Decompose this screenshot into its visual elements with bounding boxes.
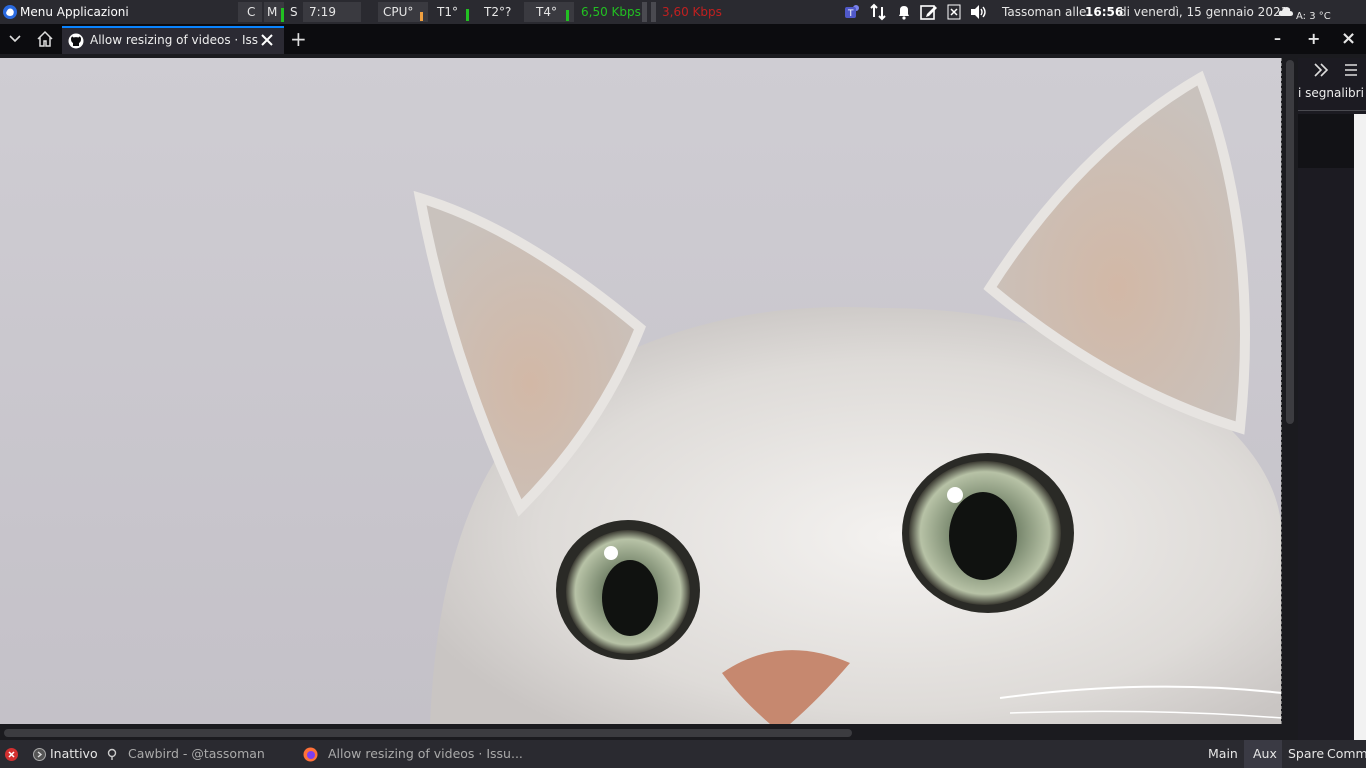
new-tab-button[interactable]: + bbox=[290, 24, 307, 54]
net-up: 3,60 Kbps bbox=[662, 5, 722, 19]
temp-t4: T4° bbox=[536, 5, 557, 19]
clock-time[interactable]: 16:56 bbox=[1085, 0, 1123, 24]
volume-icon[interactable] bbox=[970, 4, 988, 20]
taskbar-app-cawbird[interactable]: Cawbird - @tassoman bbox=[128, 740, 265, 768]
workspace-c[interactable]: C bbox=[247, 0, 255, 24]
notifications-bell-icon[interactable] bbox=[896, 4, 912, 20]
window-maximize-button[interactable]: + bbox=[1307, 24, 1320, 54]
notes-edit-icon[interactable] bbox=[920, 3, 938, 21]
workspace-comm[interactable]: Comm bbox=[1327, 740, 1366, 768]
vertical-scrollbar[interactable] bbox=[1282, 58, 1298, 724]
firefox-icon bbox=[303, 747, 318, 762]
window-close-button[interactable]: × bbox=[1341, 24, 1356, 54]
uptime-label: 7:19 bbox=[309, 5, 336, 19]
sidebar-panel-dark bbox=[1298, 114, 1354, 168]
top-panel: Menu Applicazioni C M S 7:19 CPU° T1° T2… bbox=[0, 0, 1366, 24]
cat-image bbox=[0, 58, 1281, 724]
weather-cloud-icon[interactable] bbox=[1278, 5, 1294, 17]
tab-close-icon[interactable] bbox=[260, 33, 274, 47]
workspace-spare[interactable]: Spare bbox=[1288, 740, 1324, 768]
sidebar-scrollbar[interactable] bbox=[1354, 114, 1366, 740]
net-down: 6,50 Kbps bbox=[581, 5, 641, 19]
clock-prefix[interactable]: Tassoman alle bbox=[1002, 0, 1086, 24]
cawbird-icon bbox=[106, 748, 118, 760]
horizontal-scrollbar[interactable] bbox=[0, 724, 1298, 740]
tab-list-chevron-icon[interactable] bbox=[8, 33, 22, 45]
github-favicon-icon bbox=[68, 33, 84, 49]
teams-icon[interactable]: T bbox=[844, 3, 862, 21]
temp-t1: T1° bbox=[437, 5, 458, 19]
home-icon[interactable] bbox=[36, 30, 54, 48]
tab-active[interactable]: Allow resizing of videos · Issu bbox=[62, 26, 284, 54]
taskbar-app-firefox[interactable]: Allow resizing of videos · Issu... bbox=[328, 740, 523, 768]
vertical-scrollbar-thumb[interactable] bbox=[1286, 60, 1294, 424]
window-minimize-button[interactable]: – bbox=[1274, 24, 1281, 54]
video-content[interactable] bbox=[0, 58, 1282, 724]
svg-text:T: T bbox=[847, 9, 854, 19]
horizontal-scrollbar-thumb[interactable] bbox=[4, 729, 852, 737]
workspace-s[interactable]: S bbox=[290, 0, 298, 24]
sidebar-divider bbox=[1298, 110, 1366, 111]
workspace-main[interactable]: Main bbox=[1208, 740, 1238, 768]
close-x-icon[interactable] bbox=[947, 4, 961, 20]
network-transfer-icon[interactable] bbox=[869, 3, 887, 21]
clock-date[interactable]: di venerdì, 15 gennaio 2021 bbox=[1119, 0, 1288, 24]
cpu-label: CPU° bbox=[383, 5, 414, 19]
close-red-icon[interactable] bbox=[5, 748, 18, 761]
menu-logo-icon[interactable] bbox=[2, 4, 18, 20]
workspace-aux[interactable]: Aux bbox=[1253, 740, 1277, 768]
bookmarks-label[interactable]: i segnalibri bbox=[1298, 86, 1366, 100]
status-label[interactable]: Inattivo bbox=[50, 740, 98, 768]
status-icon bbox=[33, 748, 46, 761]
workspace-m[interactable]: M bbox=[267, 0, 277, 24]
applications-menu[interactable]: Menu Applicazioni bbox=[20, 0, 129, 24]
taskbar: Inattivo Cawbird - @tassoman Allow resiz… bbox=[0, 740, 1366, 768]
browser-sidebar: i segnalibri bbox=[1298, 58, 1366, 740]
temp-t2: T2°? bbox=[484, 5, 512, 19]
weather-temp: A: 3 °C bbox=[1296, 11, 1331, 22]
overflow-chevrons-icon[interactable] bbox=[1313, 62, 1329, 78]
hamburger-menu-icon[interactable] bbox=[1344, 63, 1358, 77]
tab-title: Allow resizing of videos · Issu bbox=[90, 33, 258, 47]
